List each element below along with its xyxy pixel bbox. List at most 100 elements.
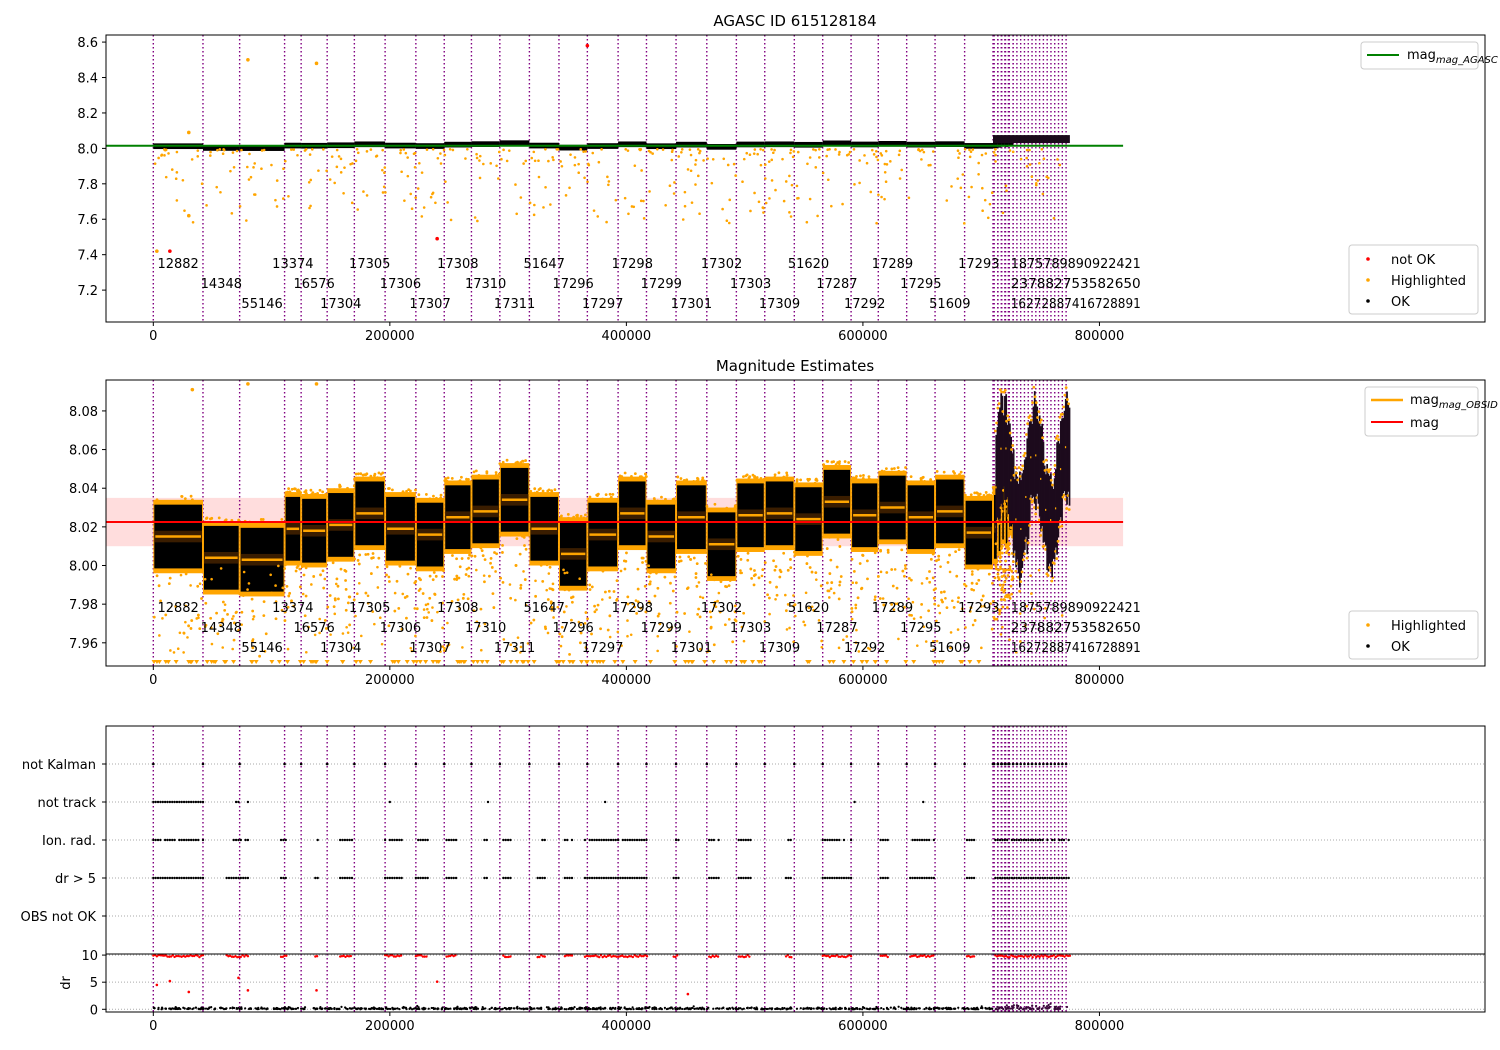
highlighted-point [695,562,699,565]
flag-point [1067,876,1070,880]
flag-point [828,838,831,842]
highlighted-point [466,597,470,601]
flag-point [739,838,743,842]
flag-point [1027,876,1030,880]
flag-point [185,800,188,804]
highlighted-point [873,595,877,599]
flag-point [173,838,176,842]
clipped-highlight-marker [579,660,585,664]
flag-point [393,838,396,842]
dr-point [746,1006,749,1010]
highlighted-point [694,576,698,579]
highlighted-point [474,568,478,572]
highlighted-point [309,488,313,492]
flag-point [1024,838,1028,842]
highlighted-point [789,566,793,570]
flag-point [346,876,349,880]
highlighted-point [433,593,437,596]
highlighted-point [1003,569,1007,573]
flag-point [911,876,914,880]
dr-point [202,1007,205,1010]
highlighted-point [643,584,647,588]
highlighted-point [432,571,436,574]
highlighted-point [519,196,523,199]
highlighted-point [676,475,680,479]
highlighted-point [167,152,170,155]
flag-point [853,800,856,804]
flag-point [178,876,181,880]
highlighted-point [599,627,602,631]
highlighted-point [999,633,1003,636]
highlighted-point [829,558,833,562]
flag-point [932,838,936,842]
highlighted-point [385,565,389,569]
dr-point [183,1007,186,1010]
dr-point [861,1006,865,1009]
flag-point [918,838,921,842]
highlighted-point [420,171,424,174]
highlighted-point [748,475,752,479]
dr-point [440,1007,443,1010]
dr-point [255,1007,258,1010]
dr-capped-point [744,955,748,958]
highlighted-point [999,598,1003,601]
highlighted-point [604,493,608,496]
flag-point [1053,762,1057,766]
flag-point [570,838,574,842]
flag-point [1030,762,1034,766]
outlier-point [246,58,250,62]
clipped-highlight-marker [560,660,566,664]
highlighted-point [879,152,883,155]
flag-point [1017,838,1021,842]
highlighted-point [759,163,763,167]
highlighted-point [825,547,829,550]
flag-point [881,876,885,880]
dr-point [444,1006,447,1010]
clipped-highlight-marker [864,660,870,664]
panel4-frame [105,953,1486,1013]
highlighted-point [518,552,522,556]
flag-point [1013,838,1016,842]
dr-capped-point [246,955,250,958]
highlighted-point [1028,414,1032,418]
highlighted-point [543,625,547,629]
highlighted-point [343,166,346,169]
highlighted-point [638,148,642,152]
highlighted-point [1015,471,1018,475]
highlighted-point [240,610,244,614]
flag-point [1062,838,1066,842]
highlighted-point [444,477,448,480]
flag-point [635,876,639,880]
obsid-cluster-label: 237882753582650 [1011,621,1141,636]
highlighted-point [501,543,504,547]
clipped-highlight-marker [301,660,307,664]
flag-point [325,762,329,766]
highlighted-point [648,190,651,193]
highlighted-point [189,584,192,587]
dr-point [952,1007,956,1010]
highlighted-point [354,159,358,163]
highlighted-point [687,555,691,559]
highlighted-point [434,574,438,578]
highlighted-point [428,574,432,578]
highlighted-point [566,512,570,516]
highlighted-point [362,190,365,193]
highlighted-point [727,221,731,225]
flag-point [388,876,392,880]
highlighted-point [434,201,437,205]
highlighted-point [711,157,715,161]
flag-point [230,876,233,880]
dr-point [834,1006,837,1009]
highlighted-point [270,591,273,595]
highlighted-point [295,566,299,569]
highlighted-point [867,475,871,479]
clipped-highlight-marker [903,660,909,664]
highlighted-point [791,155,795,159]
highlighted-point [335,577,339,581]
highlighted-point [296,488,300,492]
flag-point [246,838,250,842]
flag-point [1022,838,1025,842]
dr-point [655,1007,658,1011]
highlighted-point [749,209,752,213]
dr-point [263,1007,266,1010]
